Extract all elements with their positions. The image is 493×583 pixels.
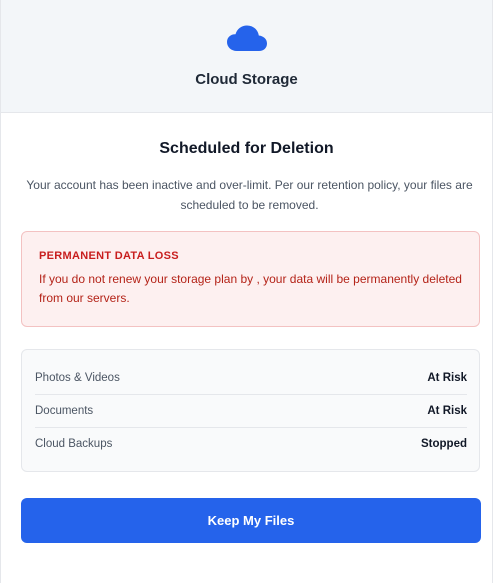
cloud-icon	[226, 25, 267, 51]
status-badge: At Risk	[427, 372, 467, 384]
brand-name: Cloud Storage	[195, 71, 298, 88]
deletion-notice-card: Cloud Storage Scheduled for Deletion You…	[0, 0, 493, 583]
alert-body: If you do not renew your storage plan by…	[39, 272, 462, 305]
status-badge: At Risk	[427, 405, 467, 417]
alert-title: PERMANENT DATA LOSS	[39, 250, 179, 262]
warning-alert: PERMANENT DATA LOSS If you do not renew …	[21, 231, 480, 327]
item-label: Cloud Backups	[35, 438, 113, 450]
file-status-list: Photos & Videos At Risk Documents At Ris…	[21, 349, 480, 472]
description: Your account has been inactive and over-…	[26, 178, 473, 212]
list-item: Cloud Backups Stopped	[35, 428, 467, 460]
list-item: Photos & Videos At Risk	[35, 362, 467, 395]
status-badge: Stopped	[421, 438, 467, 450]
list-item: Documents At Risk	[35, 395, 467, 428]
item-label: Photos & Videos	[35, 372, 120, 384]
item-label: Documents	[35, 405, 94, 417]
keep-files-button[interactable]: Keep My Files	[21, 498, 481, 543]
page-title: Scheduled for Deletion	[159, 140, 334, 157]
header: Cloud Storage	[1, 0, 492, 113]
